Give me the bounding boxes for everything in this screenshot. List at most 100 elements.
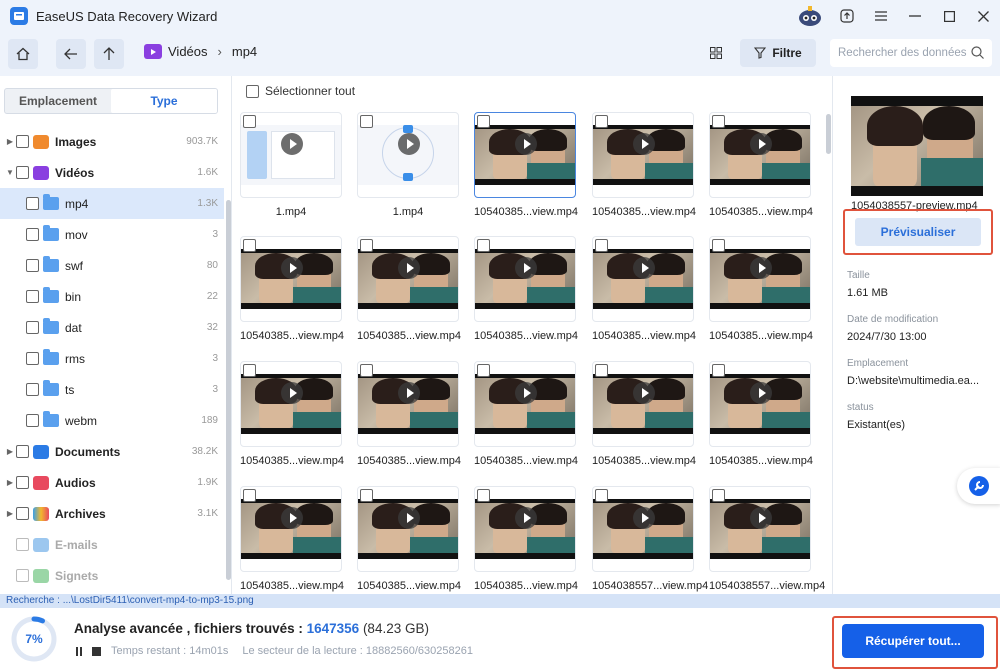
- tree-item-archives[interactable]: ▶ Archives 3.1K: [0, 498, 224, 529]
- file-thumbnail[interactable]: 10540385...view.mp4: [240, 236, 344, 342]
- tree-item-webm[interactable]: webm 189: [0, 405, 224, 436]
- assistant-robot-icon[interactable]: [790, 0, 830, 32]
- thumbnail-image[interactable]: [709, 486, 811, 572]
- tree-item-dat[interactable]: dat 32: [0, 312, 224, 343]
- file-checkbox[interactable]: [595, 239, 608, 252]
- checkbox[interactable]: [16, 507, 29, 520]
- file-checkbox[interactable]: [595, 115, 608, 128]
- thumbnail-image[interactable]: [357, 486, 459, 572]
- checkbox[interactable]: [16, 538, 29, 551]
- thumbnail-image[interactable]: [240, 486, 342, 572]
- file-checkbox[interactable]: [712, 115, 725, 128]
- close-button[interactable]: [966, 0, 1000, 32]
- maximize-button[interactable]: [932, 0, 966, 32]
- checkbox[interactable]: [16, 166, 29, 179]
- file-thumbnail[interactable]: 1.mp4: [357, 112, 459, 218]
- preview-button[interactable]: Prévisualiser: [855, 218, 981, 246]
- tree-item-images[interactable]: ▶ Images 903.7K: [0, 126, 224, 157]
- breadcrumb-videos[interactable]: Vidéos: [168, 44, 208, 59]
- thumbnail-image[interactable]: [474, 236, 576, 322]
- collapse-arrow-icon[interactable]: ▼: [4, 168, 16, 177]
- file-thumbnail[interactable]: 10540385...view.mp4: [592, 112, 696, 218]
- thumbnail-image[interactable]: [240, 112, 342, 198]
- search-input[interactable]: Rechercher des données: [830, 39, 992, 67]
- file-thumbnail[interactable]: 10540385...view.mp4: [592, 361, 696, 467]
- file-thumbnail[interactable]: 10540385...view.mp4: [709, 361, 813, 467]
- recover-all-button[interactable]: Récupérer tout...: [842, 624, 984, 658]
- menu-icon[interactable]: [864, 0, 898, 32]
- left-scrollbar[interactable]: [226, 200, 231, 580]
- upgrade-icon[interactable]: [830, 0, 864, 32]
- tree-item-bookmarks[interactable]: Signets: [0, 560, 224, 591]
- thumbnail-image[interactable]: [709, 361, 811, 447]
- checkbox[interactable]: [26, 414, 39, 427]
- thumbnail-image[interactable]: [592, 236, 694, 322]
- tree-item-emails[interactable]: E-mails: [0, 529, 224, 560]
- file-thumbnail[interactable]: 10540385...view.mp4: [474, 361, 578, 467]
- file-checkbox[interactable]: [360, 115, 373, 128]
- tree-item-rms[interactable]: rms 3: [0, 343, 224, 374]
- file-checkbox[interactable]: [360, 239, 373, 252]
- file-thumbnail[interactable]: 1.mp4: [240, 112, 342, 218]
- tree-item-mov[interactable]: mov 3: [0, 219, 224, 250]
- tree-item-mp4[interactable]: mp4 1.3K: [0, 188, 224, 219]
- expand-arrow-icon[interactable]: ▶: [4, 137, 16, 146]
- file-checkbox[interactable]: [712, 489, 725, 502]
- file-checkbox[interactable]: [243, 115, 256, 128]
- file-thumbnail[interactable]: 1054038557...view.mp4: [709, 486, 825, 592]
- file-checkbox[interactable]: [712, 364, 725, 377]
- home-button[interactable]: [8, 39, 38, 69]
- file-thumbnail[interactable]: 10540385...view.mp4: [240, 361, 344, 467]
- file-checkbox[interactable]: [243, 489, 256, 502]
- file-thumbnail[interactable]: 10540385...view.mp4: [474, 236, 578, 342]
- thumbnail-image[interactable]: [709, 236, 811, 322]
- tree-item-swf[interactable]: swf 80: [0, 250, 224, 281]
- file-checkbox[interactable]: [477, 115, 490, 128]
- thumbnail-image[interactable]: [592, 486, 694, 572]
- stop-icon[interactable]: [92, 646, 101, 656]
- tree-item-videos[interactable]: ▼ Vidéos 1.6K: [0, 157, 224, 188]
- checkbox[interactable]: [26, 259, 39, 272]
- file-checkbox[interactable]: [243, 239, 256, 252]
- tree-item-ts[interactable]: ts 3: [0, 374, 224, 405]
- pause-icon[interactable]: [76, 646, 82, 656]
- checkbox[interactable]: [26, 290, 39, 303]
- checkbox[interactable]: [16, 135, 29, 148]
- checkbox[interactable]: [26, 321, 39, 334]
- file-checkbox[interactable]: [595, 364, 608, 377]
- view-grid-button[interactable]: [702, 39, 730, 67]
- expand-arrow-icon[interactable]: ▶: [4, 478, 16, 487]
- file-checkbox[interactable]: [477, 239, 490, 252]
- checkbox[interactable]: [26, 383, 39, 396]
- thumbnail-image[interactable]: [240, 236, 342, 322]
- file-checkbox[interactable]: [243, 364, 256, 377]
- back-button[interactable]: [56, 39, 86, 69]
- tree-item-bin[interactable]: bin 22: [0, 281, 224, 312]
- thumbnail-image[interactable]: [592, 112, 694, 198]
- thumbnail-image[interactable]: [474, 112, 576, 198]
- checkbox[interactable]: [26, 228, 39, 241]
- thumbnail-image[interactable]: [474, 486, 576, 572]
- checkbox[interactable]: [16, 569, 29, 582]
- file-checkbox[interactable]: [477, 364, 490, 377]
- grid-scrollbar[interactable]: [826, 114, 831, 154]
- select-all[interactable]: Sélectionner tout: [246, 84, 355, 98]
- up-button[interactable]: [94, 39, 124, 69]
- file-checkbox[interactable]: [712, 239, 725, 252]
- expand-arrow-icon[interactable]: ▶: [4, 509, 16, 518]
- breadcrumb-mp4[interactable]: mp4: [232, 44, 257, 59]
- file-checkbox[interactable]: [360, 489, 373, 502]
- file-checkbox[interactable]: [477, 489, 490, 502]
- file-thumbnail[interactable]: 10540385...view.mp4: [474, 112, 578, 218]
- filter-button[interactable]: Filtre: [740, 39, 816, 67]
- file-thumbnail[interactable]: 10540385...view.mp4: [357, 361, 461, 467]
- thumbnail-image[interactable]: [592, 361, 694, 447]
- checkbox[interactable]: [26, 352, 39, 365]
- checkbox[interactable]: [16, 445, 29, 458]
- thumbnail-image[interactable]: [709, 112, 811, 198]
- tree-item-documents[interactable]: ▶ Documents 38.2K: [0, 436, 224, 467]
- file-thumbnail[interactable]: 10540385...view.mp4: [709, 112, 813, 218]
- tree-item-audios[interactable]: ▶ Audios 1.9K: [0, 467, 224, 498]
- file-thumbnail[interactable]: 10540385...view.mp4: [474, 486, 578, 592]
- thumbnail-image[interactable]: [240, 361, 342, 447]
